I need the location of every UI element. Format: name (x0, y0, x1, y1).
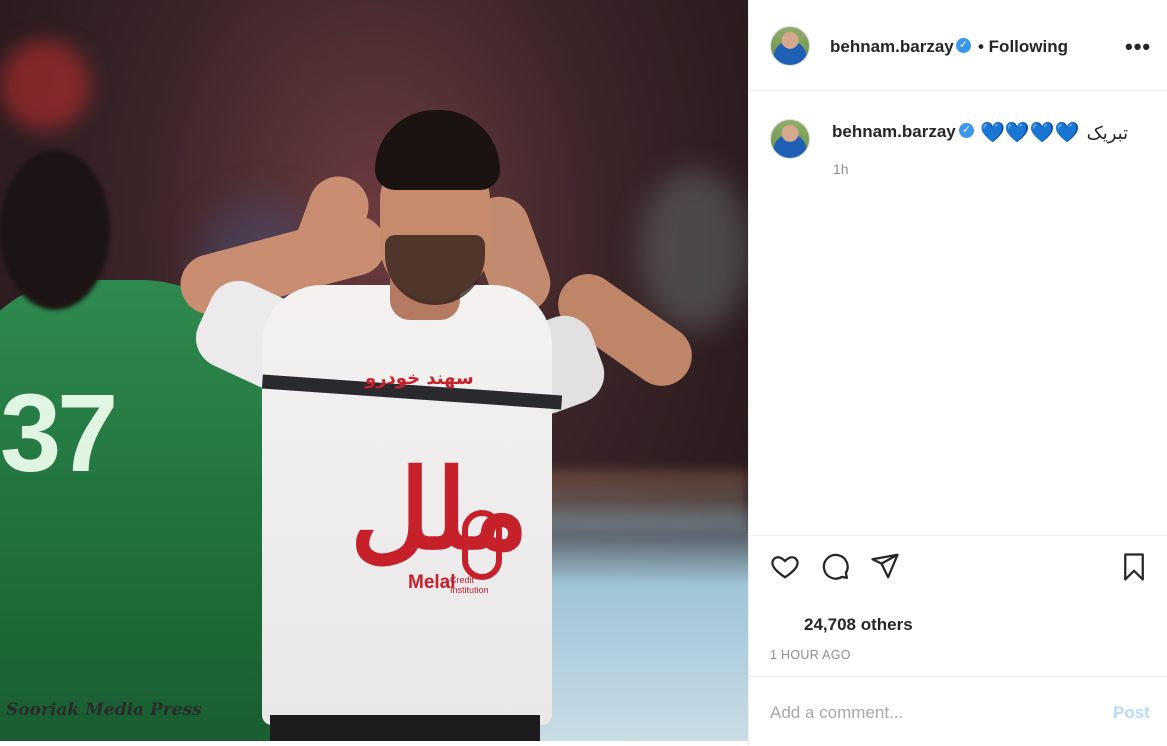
comment-bubble-icon[interactable] (819, 551, 851, 581)
verified-badge-icon: ✓ (959, 123, 974, 138)
caption-text: 💙💙💙💙 تبریک (980, 120, 1128, 145)
avatar[interactable] (770, 119, 810, 159)
background-bokeh (640, 170, 748, 330)
background-bokeh (0, 40, 90, 130)
action-bar (749, 537, 1167, 597)
verified-badge-icon: ✓ (956, 38, 971, 53)
heart-outline-icon[interactable] (769, 551, 801, 581)
player-hair (375, 110, 500, 190)
jersey-sponsor-top: سهند خودرو (365, 368, 474, 389)
caption-username[interactable]: behnam.barzay (832, 122, 956, 142)
likes-count[interactable]: 24,708 others (804, 615, 913, 635)
post-comment-button[interactable]: Post (1113, 703, 1150, 723)
green-jersey-number: 37 (0, 372, 118, 495)
following-button[interactable]: • Following (978, 37, 1068, 57)
blue-hearts-emoji: 💙💙💙💙 (980, 122, 1080, 144)
jersey-logo-name: Melal (408, 572, 456, 593)
bookmark-icon[interactable] (1119, 551, 1149, 583)
add-comment-bar: Post (749, 676, 1167, 746)
watermark: Sooriak Media Press (6, 700, 202, 720)
caption-section: behnam.barzay ✓ 💙💙💙💙 تبریک 1h (749, 91, 1167, 536)
post-timestamp[interactable]: 1 HOUR AGO (770, 648, 851, 662)
post-image[interactable]: 37 سهند خودرو ملل Melal Credit Instituti… (0, 0, 748, 741)
more-options-icon[interactable]: ••• (1125, 34, 1151, 60)
avatar[interactable] (770, 26, 810, 66)
player-shorts (270, 715, 540, 741)
paper-plane-icon[interactable] (869, 551, 901, 581)
jersey-logo-sub: Credit Institution (450, 575, 489, 595)
comment-input[interactable] (770, 699, 1100, 727)
jersey-logo-emblem (462, 510, 502, 580)
post-side-panel: behnam.barzay ✓ • Following ••• behnam.b… (748, 0, 1167, 746)
caption-time[interactable]: 1h (833, 161, 849, 177)
caption-message: تبریک (1086, 123, 1129, 143)
post-header: behnam.barzay ✓ • Following ••• (749, 0, 1167, 91)
header-username[interactable]: behnam.barzay (830, 37, 954, 57)
green-player-head (0, 150, 110, 310)
